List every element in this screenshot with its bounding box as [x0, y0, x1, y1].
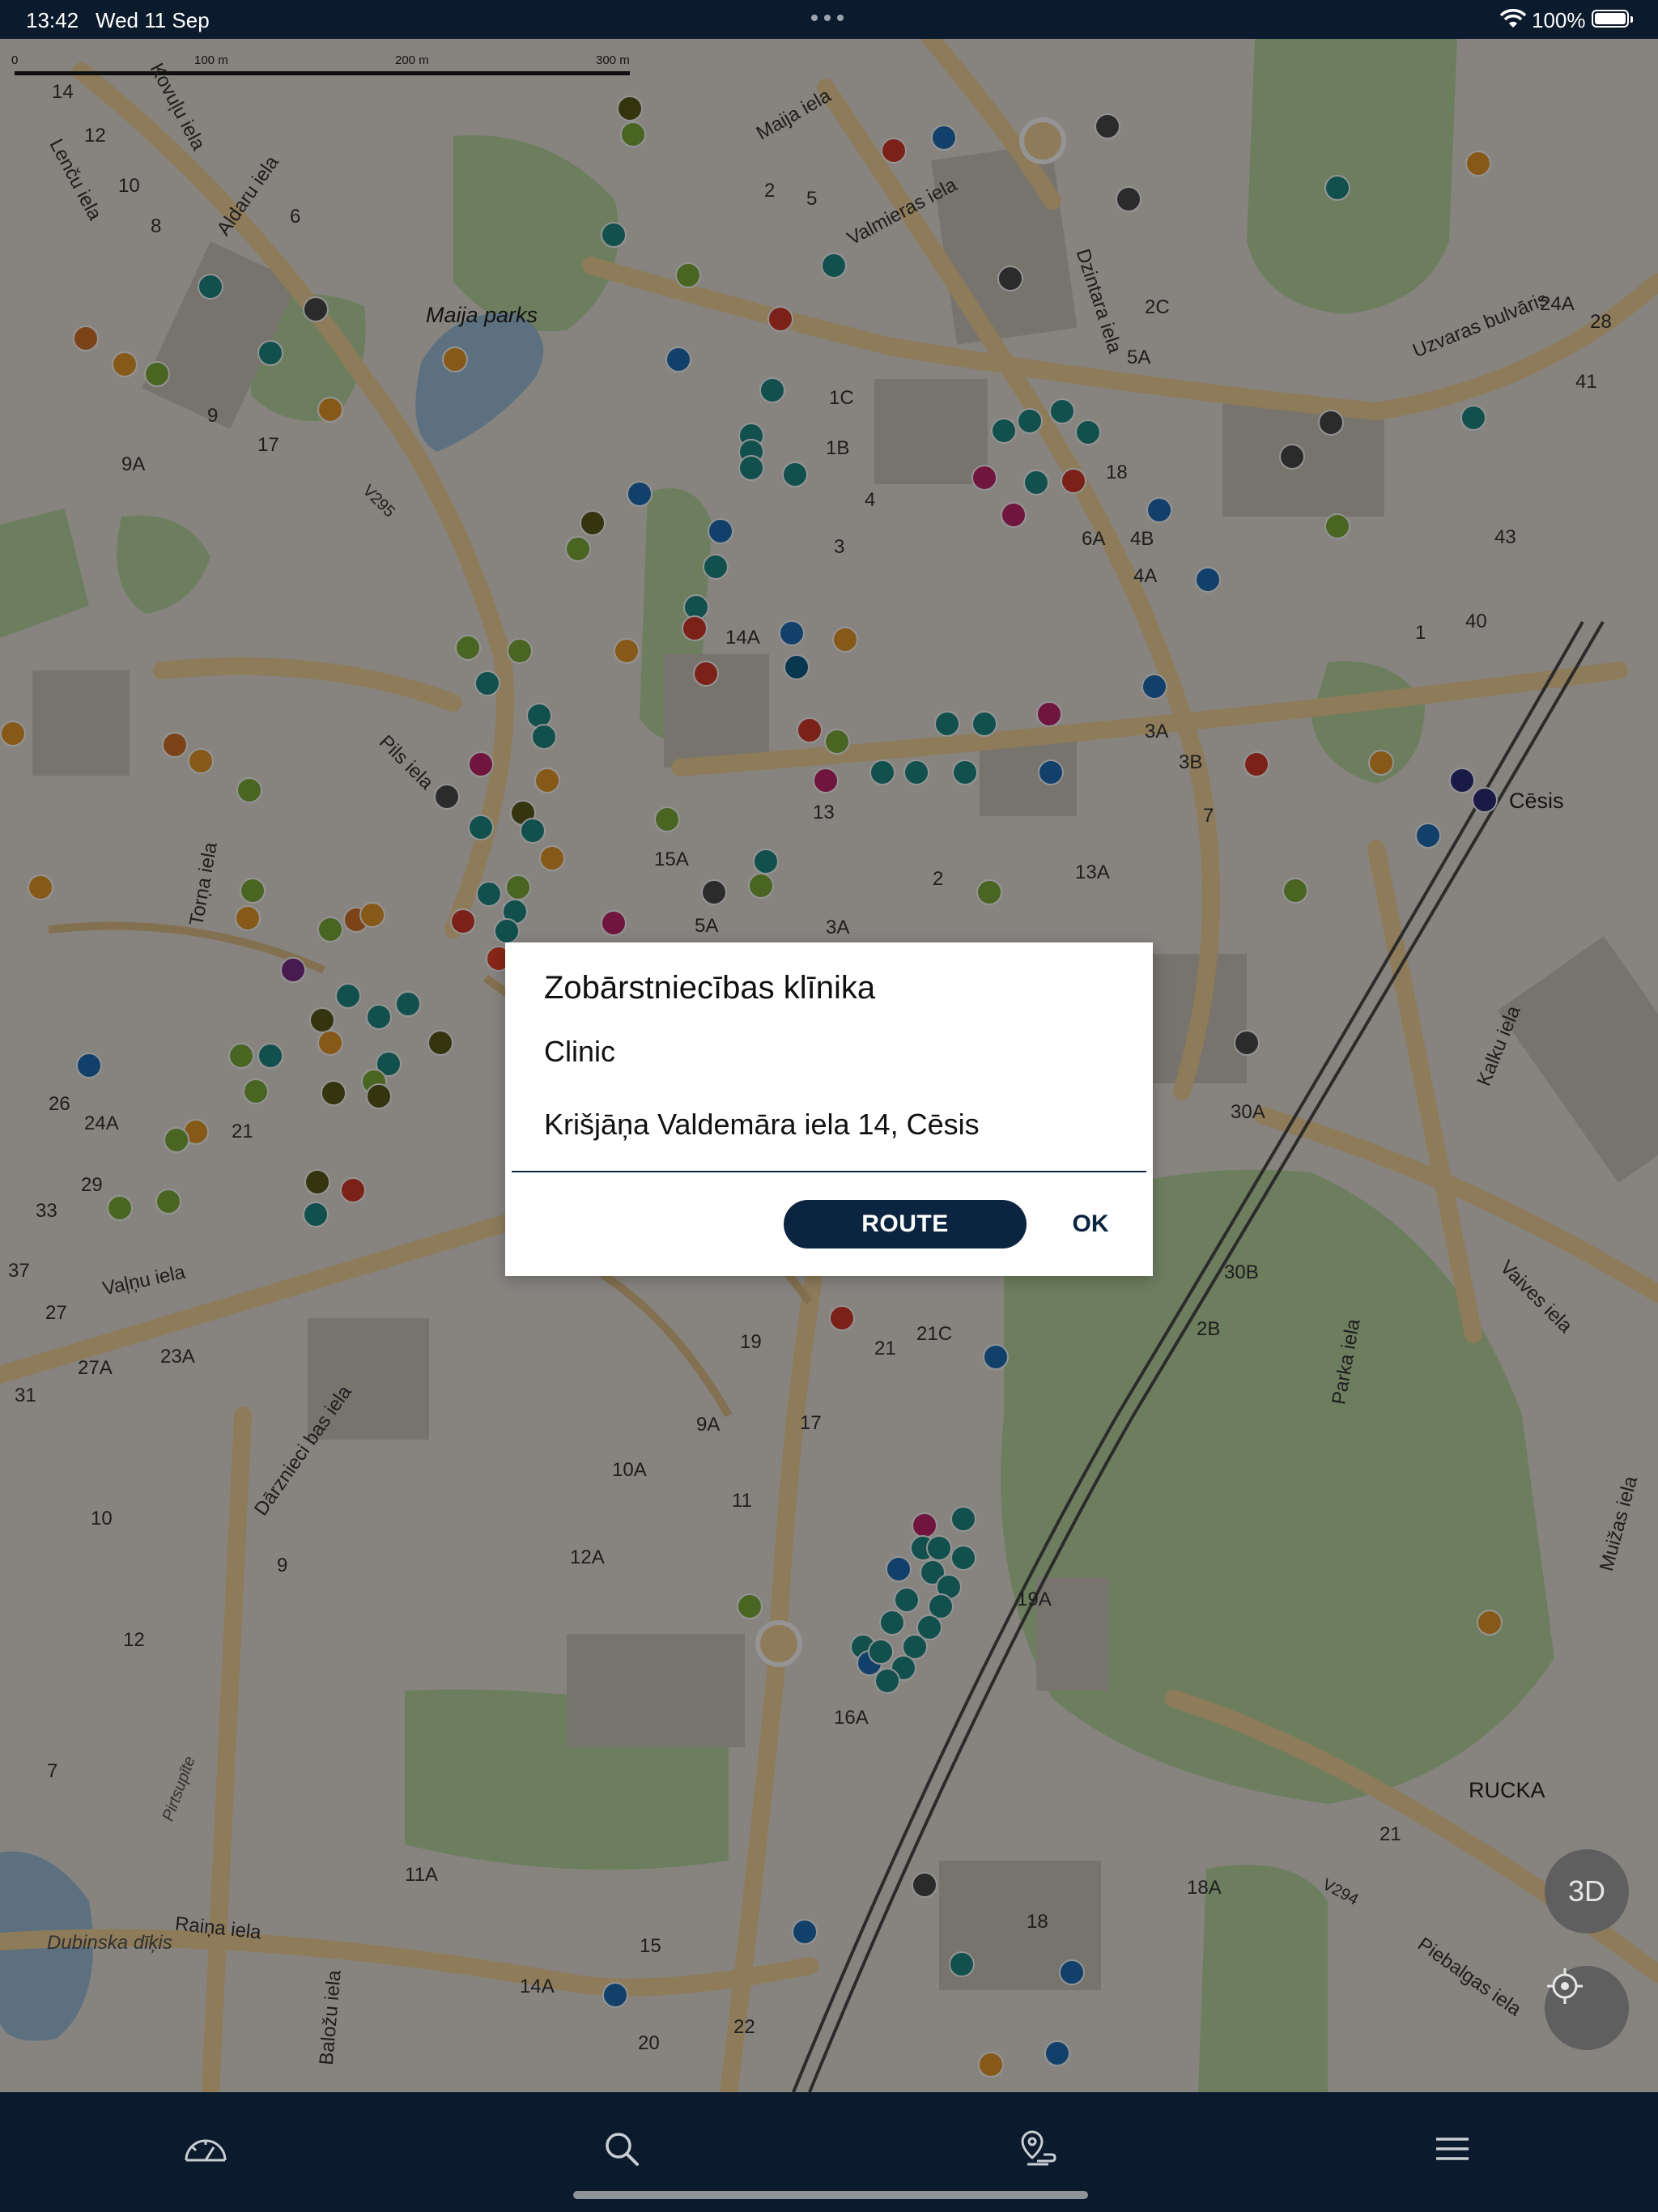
- battery-icon: [1592, 10, 1633, 28]
- 3d-toggle-button[interactable]: 3D: [1545, 1849, 1629, 1933]
- tab-dashboard[interactable]: [173, 2116, 238, 2181]
- route-button[interactable]: ROUTE: [784, 1200, 1027, 1249]
- status-bar: 13:42 Wed 11 Sep 100%: [0, 0, 1658, 39]
- battery-percent: 100%: [1532, 8, 1586, 32]
- home-indicator[interactable]: [573, 2191, 1088, 2199]
- ok-button[interactable]: OK: [1064, 1200, 1117, 1249]
- 3d-label: 3D: [1567, 1874, 1606, 1908]
- multitasking-dots-icon[interactable]: [811, 15, 844, 21]
- wifi-icon: [1499, 9, 1527, 28]
- menu-icon: [1436, 2138, 1469, 2160]
- status-time: 13:42: [26, 8, 79, 32]
- dialog-category: Clinic: [544, 1035, 616, 1068]
- dialog-address: Krišjāņa Valdemāra iela 14, Cēsis: [544, 1108, 980, 1141]
- search-icon: [606, 2133, 639, 2166]
- speedometer-icon: [185, 2139, 227, 2162]
- poi-info-dialog: Zobārstniecības klīnika Clinic Krišjāņa …: [505, 942, 1153, 1276]
- crosshair-icon: [1547, 1968, 1583, 2004]
- dialog-title: Zobārstniecības klīnika: [544, 970, 876, 1006]
- tab-menu[interactable]: [1420, 2116, 1485, 2181]
- route-pin-icon: [1021, 2130, 1056, 2166]
- status-date: Wed 11 Sep: [96, 8, 210, 32]
- dialog-divider: [512, 1171, 1146, 1172]
- tab-route[interactable]: [1004, 2116, 1069, 2181]
- locate-me-button[interactable]: [1545, 1966, 1629, 2050]
- tab-search[interactable]: [589, 2116, 654, 2181]
